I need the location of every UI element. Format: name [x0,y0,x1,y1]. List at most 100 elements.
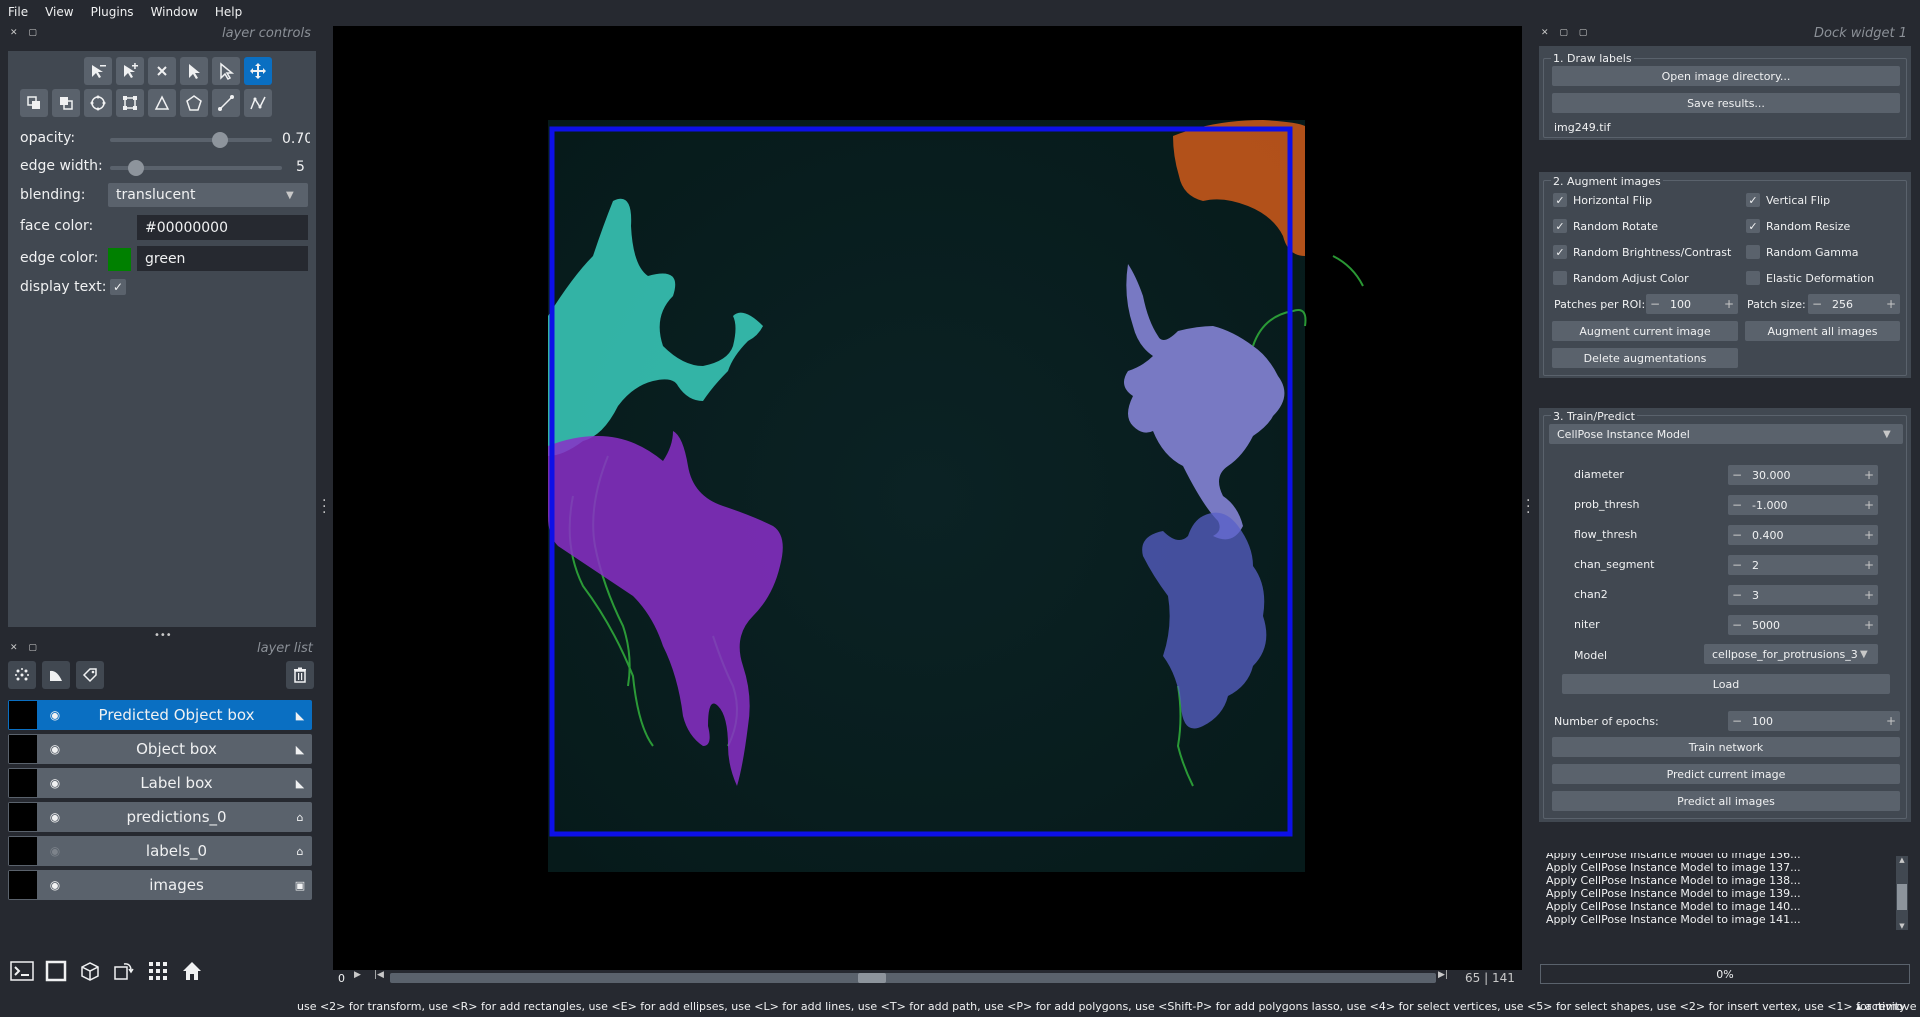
param-spinbox[interactable]: − -1.000 + [1728,495,1878,515]
minus-icon[interactable]: − [1808,297,1826,311]
menu-plugins[interactable]: Plugins [91,5,134,19]
layer-row[interactable]: ◉ Label box ◣ [8,768,312,798]
play-icon[interactable]: ▶ [354,970,368,984]
model-type-select[interactable]: CellPose Instance Model ▼ [1549,424,1903,444]
display-text-checkbox[interactable]: ✓ [110,279,126,295]
augment-checkbox-label[interactable]: Random Gamma [1766,246,1858,259]
param-value[interactable]: -1.000 [1746,499,1860,512]
log-scrollbar-thumb[interactable] [1897,884,1907,910]
dims-slider-handle[interactable] [858,973,887,983]
console-icon[interactable] [8,957,36,985]
augment-checkbox-label[interactable]: Random Brightness/Contrast [1573,246,1731,259]
plus-icon[interactable]: + [1860,468,1878,482]
right-splitter[interactable]: · · · [1526,494,1530,520]
opacity-slider[interactable] [110,138,272,142]
menu-window[interactable]: Window [151,5,198,19]
augment-checkbox-label[interactable]: Horizontal Flip [1573,194,1652,207]
delete-shape-icon[interactable] [148,57,176,85]
predict-current-image-button[interactable]: Predict current image [1552,764,1900,784]
layer-row[interactable]: ◉ Object box ◣ [8,734,312,764]
select-vertex-icon[interactable] [212,57,240,85]
layer-row[interactable]: ◉ images ▣ [8,870,312,900]
param-value[interactable]: 3 [1746,589,1860,602]
delete-augmentations-button[interactable]: Delete augmentations [1552,348,1738,368]
minus-icon[interactable]: − [1728,618,1746,632]
move-back-icon[interactable] [20,89,48,117]
edge-width-slider-handle[interactable] [128,160,144,176]
patches-per-roi-value[interactable]: 100 [1664,298,1720,311]
eye-icon[interactable]: ◉ [45,776,65,790]
pan-zoom-icon[interactable] [244,57,272,85]
line-icon[interactable] [212,89,240,117]
predict-all-images-button[interactable]: Predict all images [1552,791,1900,811]
augment-checkbox-label[interactable]: Random Rotate [1573,220,1658,233]
eye-icon[interactable]: ◉ [45,742,65,756]
layer-list-float-icons[interactable]: ✕ ▢ [10,643,41,653]
minus-icon[interactable]: − [1728,558,1746,572]
augment-checkbox[interactable]: ✓ [1746,193,1760,207]
layer-name[interactable]: images [65,876,288,894]
param-value[interactable]: 2 [1746,559,1860,572]
eye-icon[interactable]: ◉ [45,708,65,722]
augment-current-image-button[interactable]: Augment current image [1552,321,1738,341]
splitter-handle[interactable]: ••• [154,630,172,641]
augment-checkbox[interactable]: ✓ [1746,219,1760,233]
delete-layer-icon[interactable] [286,661,314,689]
layer-row[interactable]: ◉ labels_0 ⌂ [8,836,312,866]
layer-row[interactable]: ◉ predictions_0 ⌂ [8,802,312,832]
face-color-input[interactable]: #00000000 [137,215,308,240]
augment-checkbox[interactable]: ✓ [1553,193,1567,207]
augment-checkbox-label[interactable]: Random Adjust Color [1573,272,1689,285]
augment-checkbox-label[interactable]: Random Resize [1766,220,1850,233]
plus-icon[interactable]: + [1882,714,1900,728]
remove-point-icon[interactable] [84,57,112,85]
activity-button[interactable]: ▴ activity [1856,1000,1906,1013]
triangle-icon[interactable] [148,89,176,117]
open-image-directory-button[interactable]: Open image directory... [1552,66,1900,86]
train-network-button[interactable]: Train network [1552,737,1900,757]
plus-icon[interactable]: + [1882,297,1900,311]
blending-select[interactable]: translucent ▼ [108,183,308,207]
grid-view-icon[interactable] [144,957,172,985]
select-shape-icon[interactable] [180,57,208,85]
layer-name[interactable]: Object box [65,740,288,758]
dock-float-icons[interactable]: ✕ ▢ [10,28,41,38]
layer-name[interactable]: labels_0 [65,842,288,860]
dims-slider[interactable] [390,973,1436,983]
minus-icon[interactable]: − [1728,468,1746,482]
edge-color-input[interactable]: green [137,246,308,271]
plus-icon[interactable]: + [1860,588,1878,602]
minus-icon[interactable]: − [1728,588,1746,602]
epochs-value[interactable]: 100 [1746,715,1882,728]
plus-icon[interactable]: + [1860,498,1878,512]
param-spinbox[interactable]: −2 + [1728,555,1878,575]
roll-dims-icon[interactable] [76,957,104,985]
ndisplay-2d-icon[interactable] [42,957,70,985]
plus-icon[interactable]: + [1860,528,1878,542]
eye-icon[interactable]: ◉ [45,878,65,892]
minus-icon[interactable]: − [1728,714,1746,728]
param-spinbox[interactable]: −5000 + [1728,615,1878,635]
plus-icon[interactable]: + [1860,558,1878,572]
rectangle-icon[interactable] [116,89,144,117]
plus-icon[interactable]: + [1860,618,1878,632]
menu-help[interactable]: Help [215,5,242,19]
edge-color-swatch[interactable] [108,248,131,271]
augment-checkbox[interactable] [1746,271,1760,285]
model-select[interactable]: cellpose_for_protrusions_3 ▼ [1704,644,1878,664]
minus-icon[interactable]: − [1728,498,1746,512]
path-icon[interactable] [244,89,272,117]
param-value[interactable]: 0.400 [1746,529,1860,542]
menu-view[interactable]: View [45,5,73,19]
new-points-layer-icon[interactable] [8,661,36,689]
augment-checkbox[interactable]: ✓ [1553,245,1567,259]
new-shapes-layer-icon[interactable] [42,661,70,689]
layer-name[interactable]: Label box [65,774,288,792]
new-labels-layer-icon[interactable] [76,661,104,689]
layer-name[interactable]: Predicted Object box [65,706,288,724]
step-forward-icon[interactable]: ▶| [1438,970,1448,980]
layer-row[interactable]: ◉ Predicted Object box ◣ [8,700,312,730]
scroll-up-icon[interactable]: ▲ [1896,856,1908,864]
home-icon[interactable] [178,957,206,985]
eye-icon[interactable]: ◉ [45,810,65,824]
